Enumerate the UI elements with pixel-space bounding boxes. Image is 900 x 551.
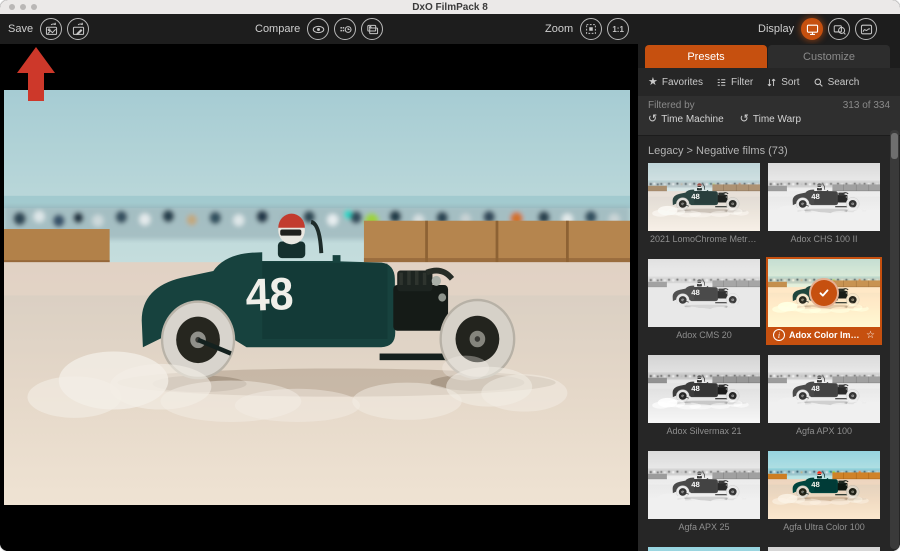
search-button[interactable]: Search: [813, 77, 860, 88]
main-photo[interactable]: [4, 90, 630, 505]
preset-name: Adox Silvermax 21: [650, 426, 758, 436]
save-export-button[interactable]: [40, 18, 62, 40]
preset-thumbnail: [768, 355, 880, 423]
search-icon: [813, 77, 824, 88]
preset-thumbnail: [768, 163, 880, 231]
app-window: 48 DxO FilmPack 8 Save: [0, 0, 900, 551]
export-image-icon: [44, 22, 59, 37]
zoom-100-button[interactable]: 1:1: [607, 18, 629, 40]
sort-label: Sort: [781, 77, 799, 88]
fit-screen-icon: [584, 22, 598, 36]
preset-thumbnail: [648, 355, 760, 423]
display-label: Display: [758, 23, 794, 35]
preset-info-icon[interactable]: i: [773, 329, 785, 341]
filter-chip-time-warp[interactable]: ↺ Time Warp: [740, 114, 801, 125]
preset-card[interactable]: Agfa APX 25: [648, 451, 760, 535]
loupe-image-icon: [832, 22, 847, 37]
preset-count: 313 of 334: [843, 100, 890, 111]
display-image-button[interactable]: [801, 18, 823, 40]
preset-name: Adox CHS 100 II: [770, 234, 878, 244]
filter-button[interactable]: Filter: [716, 77, 753, 88]
preset-grid: 2021 LomoChrome Metropolis 100-... Adox …: [638, 161, 900, 551]
zoom-window-button[interactable]: [31, 4, 37, 10]
preset-thumbnail: [648, 163, 760, 231]
history-icon: ↺: [648, 114, 657, 125]
preset-card[interactable]: Agfa Ultra Color 100: [768, 451, 880, 535]
filter-chip-time-machine[interactable]: ↺ Time Machine: [648, 114, 724, 125]
window-title: DxO FilmPack 8: [412, 2, 488, 13]
category-header: Legacy > Negative films (73): [638, 136, 900, 161]
compare-gallery-button[interactable]: [361, 18, 383, 40]
eye-icon: [311, 22, 326, 37]
preset-thumbnail: [648, 547, 760, 551]
favorites-star-icon: ★: [648, 77, 658, 88]
preset-thumbnail: [648, 451, 760, 519]
split-view-icon: [338, 22, 353, 37]
curve-icon: [859, 22, 874, 37]
preset-card[interactable]: Adox Silvermax 21: [648, 355, 760, 439]
sort-arrows-icon: [766, 77, 777, 88]
sort-button[interactable]: Sort: [766, 77, 799, 88]
preset-name: Adox Color Implosion: [789, 330, 862, 340]
filter-label: Filter: [731, 77, 753, 88]
save-label: Save: [8, 23, 33, 35]
preset-thumbnail: [768, 547, 880, 551]
chip-label: Time Machine: [661, 114, 723, 125]
annotation-arrow: [17, 47, 57, 101]
favorites-button[interactable]: ★ Favorites: [648, 77, 703, 88]
preset-name: 2021 LomoChrome Metropolis 100-...: [650, 234, 758, 244]
preset-favorite-star-icon[interactable]: ☆: [866, 330, 875, 341]
titlebar: DxO FilmPack 8: [0, 0, 900, 14]
preset-card[interactable]: [648, 547, 760, 551]
compare-preview-button[interactable]: [307, 18, 329, 40]
tab-presets[interactable]: Presets: [645, 45, 767, 68]
display-loupe-button[interactable]: [828, 18, 850, 40]
one-to-one-icon: 1:1: [612, 25, 624, 34]
image-canvas: [0, 44, 638, 551]
filter-bar: ★ Favorites Filter Sort Search: [638, 68, 900, 96]
tab-customize[interactable]: Customize: [768, 45, 890, 68]
toolbar: Save Compare: [0, 14, 900, 44]
preset-name: Agfa Ultra Color 100: [770, 522, 878, 532]
preset-thumbnail: [648, 259, 760, 327]
preset-card[interactable]: 2021 LomoChrome Metropolis 100-...: [648, 163, 760, 247]
chip-label: Time Warp: [753, 114, 801, 125]
preset-card[interactable]: Agfa APX 100: [768, 355, 880, 439]
filter-list-icon: [716, 77, 727, 88]
close-window-button[interactable]: [9, 4, 15, 10]
zoom-label: Zoom: [545, 23, 573, 35]
favorites-label: Favorites: [662, 77, 703, 88]
preset-card[interactable]: i Adox Color Implosion ☆: [768, 259, 880, 343]
preset-thumbnail: [768, 259, 880, 327]
preset-name: Adox CMS 20: [650, 330, 758, 340]
zoom-fit-button[interactable]: [580, 18, 602, 40]
display-histogram-button[interactable]: [855, 18, 877, 40]
export-edit-icon: [71, 22, 86, 37]
selected-check-icon: [809, 278, 839, 308]
preset-card[interactable]: Adox CHS 100 II: [768, 163, 880, 247]
compare-split-view-button[interactable]: [334, 18, 356, 40]
preset-card[interactable]: [768, 547, 880, 551]
presets-panel: Presets Customize ★ Favorites Filter Sor…: [638, 44, 900, 551]
history-icon: ↺: [740, 114, 749, 125]
preset-name: Agfa APX 25: [650, 522, 758, 532]
compare-label: Compare: [255, 23, 300, 35]
preset-name: Agfa APX 100: [770, 426, 878, 436]
preset-card[interactable]: Adox CMS 20: [648, 259, 760, 343]
filtered-by-label: Filtered by: [648, 100, 695, 111]
search-label: Search: [828, 77, 860, 88]
save-edit-export-button[interactable]: [67, 18, 89, 40]
panel-tabs: Presets Customize: [638, 44, 900, 68]
panel-scrollbar[interactable]: [890, 130, 899, 549]
scrollbar-thumb[interactable]: [891, 133, 898, 159]
preset-thumbnail: [768, 451, 880, 519]
minimize-window-button[interactable]: [20, 4, 26, 10]
filtered-by-box: Filtered by 313 of 334 ↺ Time Machine ↺ …: [638, 96, 900, 136]
monitor-icon: [805, 22, 820, 37]
image-stack-icon: [365, 22, 380, 37]
